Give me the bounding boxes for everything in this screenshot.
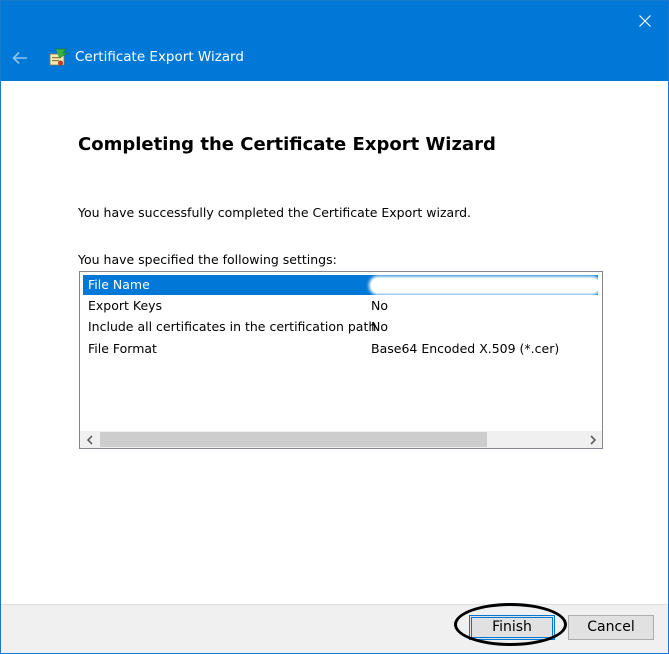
settings-value: No [371,319,388,334]
page-heading: Completing the Certificate Export Wizard [78,134,496,155]
chevron-left-icon [86,434,93,445]
settings-key: Include all certificates in the certific… [88,319,377,334]
finish-button[interactable]: Finish [469,615,555,640]
redacted-file-name [371,278,599,293]
scroll-right-button[interactable] [584,431,601,448]
settings-key: Export Keys [88,298,163,313]
close-icon [639,15,651,27]
title-bar: Certificate Export Wizard [1,1,668,81]
certificate-wizard-icon [49,48,69,66]
scrollbar-thumb[interactable] [100,432,487,447]
settings-value: No [371,298,388,313]
settings-row-file-name[interactable]: File Name [83,275,599,295]
horizontal-scrollbar[interactable] [80,431,602,448]
settings-key: File Name [88,277,150,292]
wizard-window: Certificate Export Wizard Completing the… [0,0,669,654]
back-button[interactable] [7,47,33,69]
close-button[interactable] [622,1,668,41]
settings-list[interactable]: File Name Export Keys No Include all cer… [79,271,603,449]
scroll-left-button[interactable] [81,431,98,448]
back-arrow-icon [12,51,27,65]
wizard-title: Certificate Export Wizard [75,49,244,65]
cancel-button[interactable]: Cancel [568,615,654,640]
chevron-right-icon [589,434,596,445]
settings-row-include-all[interactable]: Include all certificates in the certific… [83,317,598,337]
settings-row-file-format[interactable]: File Format Base64 Encoded X.509 (*.cer) [83,339,598,359]
settings-row-export-keys[interactable]: Export Keys No [83,296,598,316]
success-message: You have successfully completed the Cert… [78,205,472,220]
settings-label: You have specified the following setting… [78,252,337,267]
settings-value: Base64 Encoded X.509 (*.cer) [371,341,560,356]
settings-key: File Format [88,341,157,356]
